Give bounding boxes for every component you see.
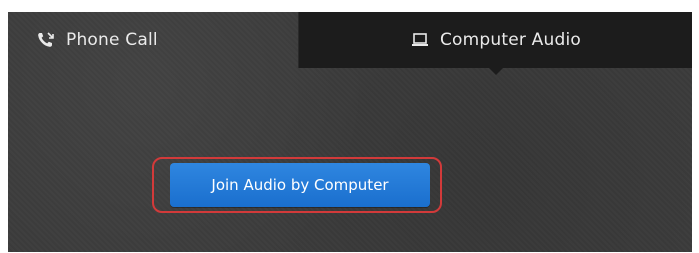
- tab-computer-audio-label: Computer Audio: [439, 30, 582, 50]
- tab-phone-call[interactable]: Phone Call: [8, 12, 298, 68]
- tab-phone-call-label: Phone Call: [66, 30, 158, 50]
- laptop-icon: [410, 31, 430, 49]
- audio-dialog-frame: Phone Call Computer Audio Join Audio by …: [0, 0, 699, 253]
- join-audio-by-computer-button[interactable]: Join Audio by Computer: [170, 163, 430, 207]
- tab-computer-audio[interactable]: Computer Audio: [298, 12, 692, 75]
- audio-options-panel: Phone Call Computer Audio: [8, 12, 692, 252]
- phone-call-icon: [36, 31, 56, 49]
